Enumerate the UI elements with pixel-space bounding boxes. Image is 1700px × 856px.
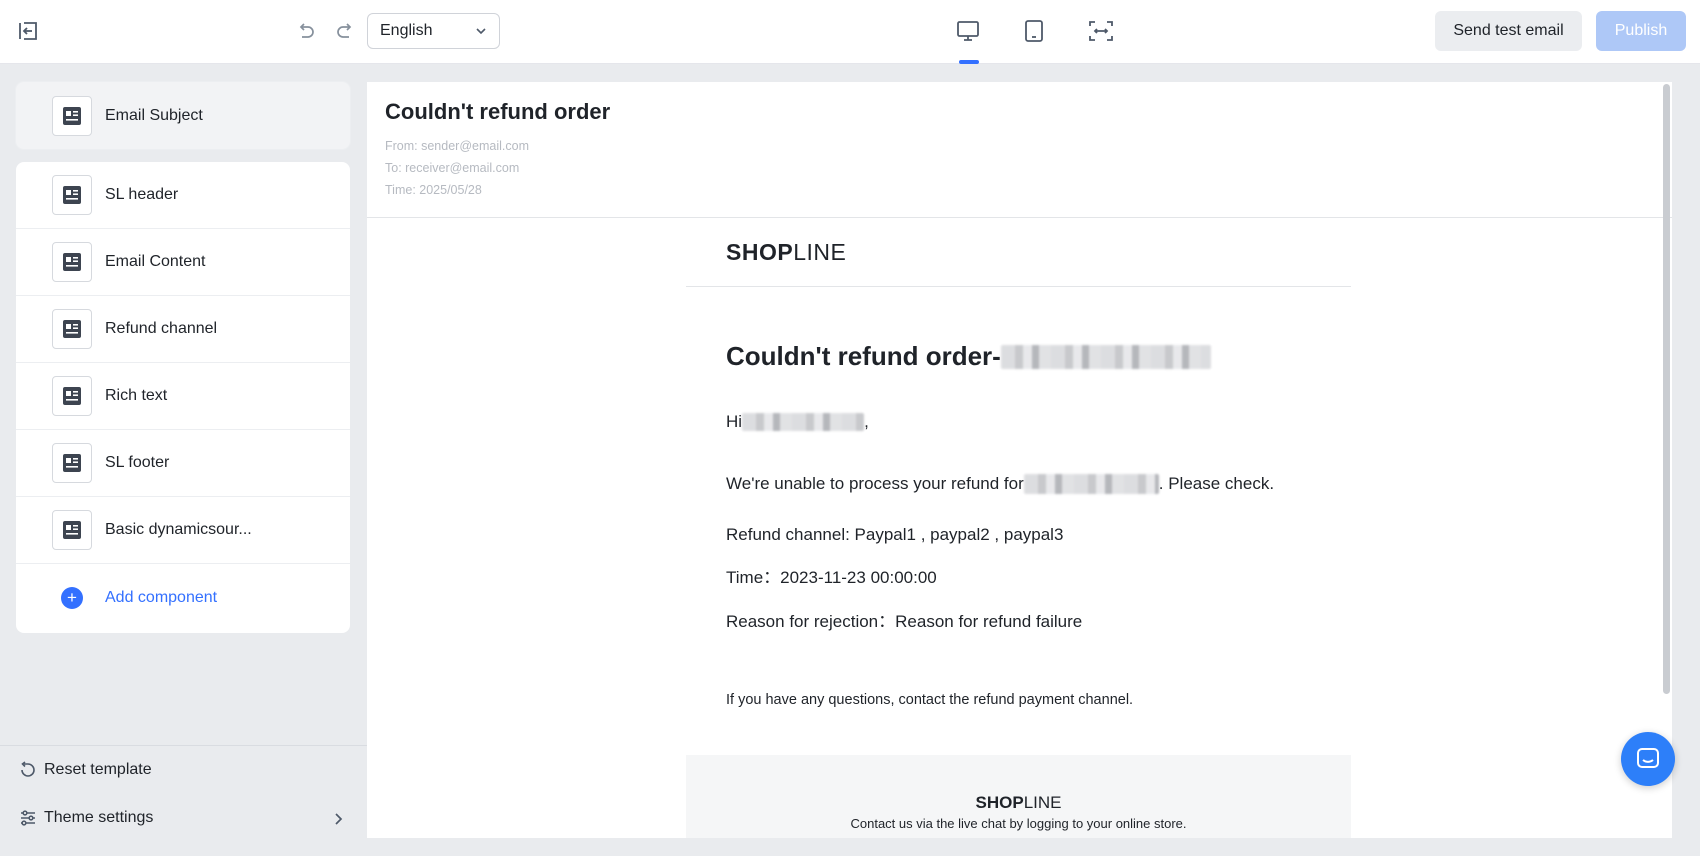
reset-icon	[18, 760, 38, 780]
sidebar-item-refund-channel[interactable]: Refund channel	[16, 296, 350, 363]
exit-icon[interactable]	[14, 16, 42, 46]
component-sidebar: Email Subject SL header Email Content Re…	[0, 64, 367, 856]
email-subject-card[interactable]: Email Subject	[16, 82, 350, 149]
redacted-order-number	[1000, 344, 1211, 369]
section-icon	[52, 510, 92, 550]
sidebar-item-label: Refund channel	[105, 320, 218, 337]
publish-button[interactable]: Publish	[1596, 11, 1686, 51]
sidebar-item-rich-text[interactable]: Rich text	[16, 363, 350, 430]
active-view-indicator	[959, 60, 979, 64]
component-list: SL header Email Content Refund channel R…	[16, 162, 350, 633]
send-test-email-button[interactable]: Send test email	[1435, 11, 1582, 51]
add-component-label: Add component	[105, 588, 218, 606]
section-icon	[52, 242, 92, 282]
sidebar-item-email-content[interactable]: Email Content	[16, 229, 350, 296]
sidebar-item-label: Rich text	[105, 387, 168, 404]
fullscreen-view-icon[interactable]	[1086, 14, 1116, 48]
undo-icon[interactable]	[292, 18, 320, 44]
sidebar-item-label: Basic dynamicsour...	[105, 521, 252, 538]
theme-settings-button[interactable]: Theme settings	[18, 808, 153, 828]
sidebar-divider	[0, 745, 367, 746]
email-content: Couldn't refund order- Hi , We're unable…	[686, 341, 1351, 708]
email-preview: Couldn't refund order From: sender@email…	[367, 82, 1672, 838]
email-title: Couldn't refund order-	[726, 341, 1311, 372]
email-footer: SHOPLINE Contact us via the live chat by…	[686, 755, 1351, 838]
redacted-customer-name	[742, 413, 865, 431]
contact-note: If you have any questions, contact the r…	[726, 692, 1134, 708]
rejection-reason-line: Reason for rejection：Reason for refund f…	[726, 612, 1083, 631]
desktop-view-icon[interactable]	[954, 14, 982, 48]
sidebar-item-email-subject[interactable]: Email Subject	[16, 82, 350, 149]
redacted-order-ref	[1023, 474, 1159, 494]
refund-message: We're unable to process your refund for …	[726, 474, 1275, 494]
reset-template-button[interactable]: Reset template	[18, 760, 152, 780]
section-icon	[52, 309, 92, 349]
sidebar-item-label: Email Content	[105, 253, 206, 270]
sidebar-item-sl-header[interactable]: SL header	[16, 162, 350, 229]
reset-template-label: Reset template	[44, 761, 152, 778]
email-header-meta: Couldn't refund order From: sender@email…	[367, 82, 1672, 218]
language-select[interactable]: English	[367, 13, 500, 49]
sidebar-item-sl-footer[interactable]: SL footer	[16, 430, 350, 497]
email-to: To: receiver@email.com	[385, 161, 520, 175]
language-value: English	[380, 22, 433, 39]
theme-settings-label: Theme settings	[44, 809, 154, 826]
redo-icon[interactable]	[331, 18, 359, 44]
footer-contact-text: Contact us via the live chat by logging …	[850, 816, 1187, 831]
tablet-view-icon[interactable]	[1020, 14, 1048, 48]
top-toolbar: English Send test email Publish	[0, 0, 1700, 64]
email-from: From: sender@email.com	[385, 139, 529, 153]
sliders-icon	[18, 808, 38, 828]
email-subject: Couldn't refund order	[385, 99, 611, 124]
sidebar-item-basic-dynamic-source[interactable]: Basic dynamicsour...	[16, 497, 350, 564]
email-logo-row: SHOPLINE	[686, 219, 1351, 287]
sidebar-item-label: SL footer	[105, 454, 170, 471]
sidebar-item-label: SL header	[105, 186, 179, 203]
section-icon	[52, 175, 92, 215]
shopline-logo: SHOPLINE	[726, 239, 847, 265]
chevron-down-icon	[475, 22, 487, 40]
section-icon	[52, 443, 92, 483]
refund-channel-line: Refund channel: Paypal1 , paypal2 , payp…	[726, 525, 1064, 544]
chevron-right-icon[interactable]	[328, 809, 348, 829]
section-icon	[52, 376, 92, 416]
footer-shopline-logo: SHOPLINE	[975, 793, 1062, 812]
add-component-button[interactable]: + Add component	[16, 564, 350, 631]
preview-scrollbar[interactable]	[1663, 84, 1670, 694]
plus-circle-icon: +	[61, 586, 83, 609]
refund-time-line: Time：2023-11-23 00:00:00	[726, 568, 937, 587]
sidebar-item-label: Email Subject	[105, 106, 203, 124]
chat-support-button[interactable]	[1621, 732, 1675, 786]
section-icon	[52, 95, 92, 136]
email-time: Time: 2025/05/28	[385, 183, 482, 197]
greeting: Hi ,	[726, 412, 869, 431]
email-body: SHOPLINE Couldn't refund order- Hi , We'…	[686, 219, 1351, 708]
